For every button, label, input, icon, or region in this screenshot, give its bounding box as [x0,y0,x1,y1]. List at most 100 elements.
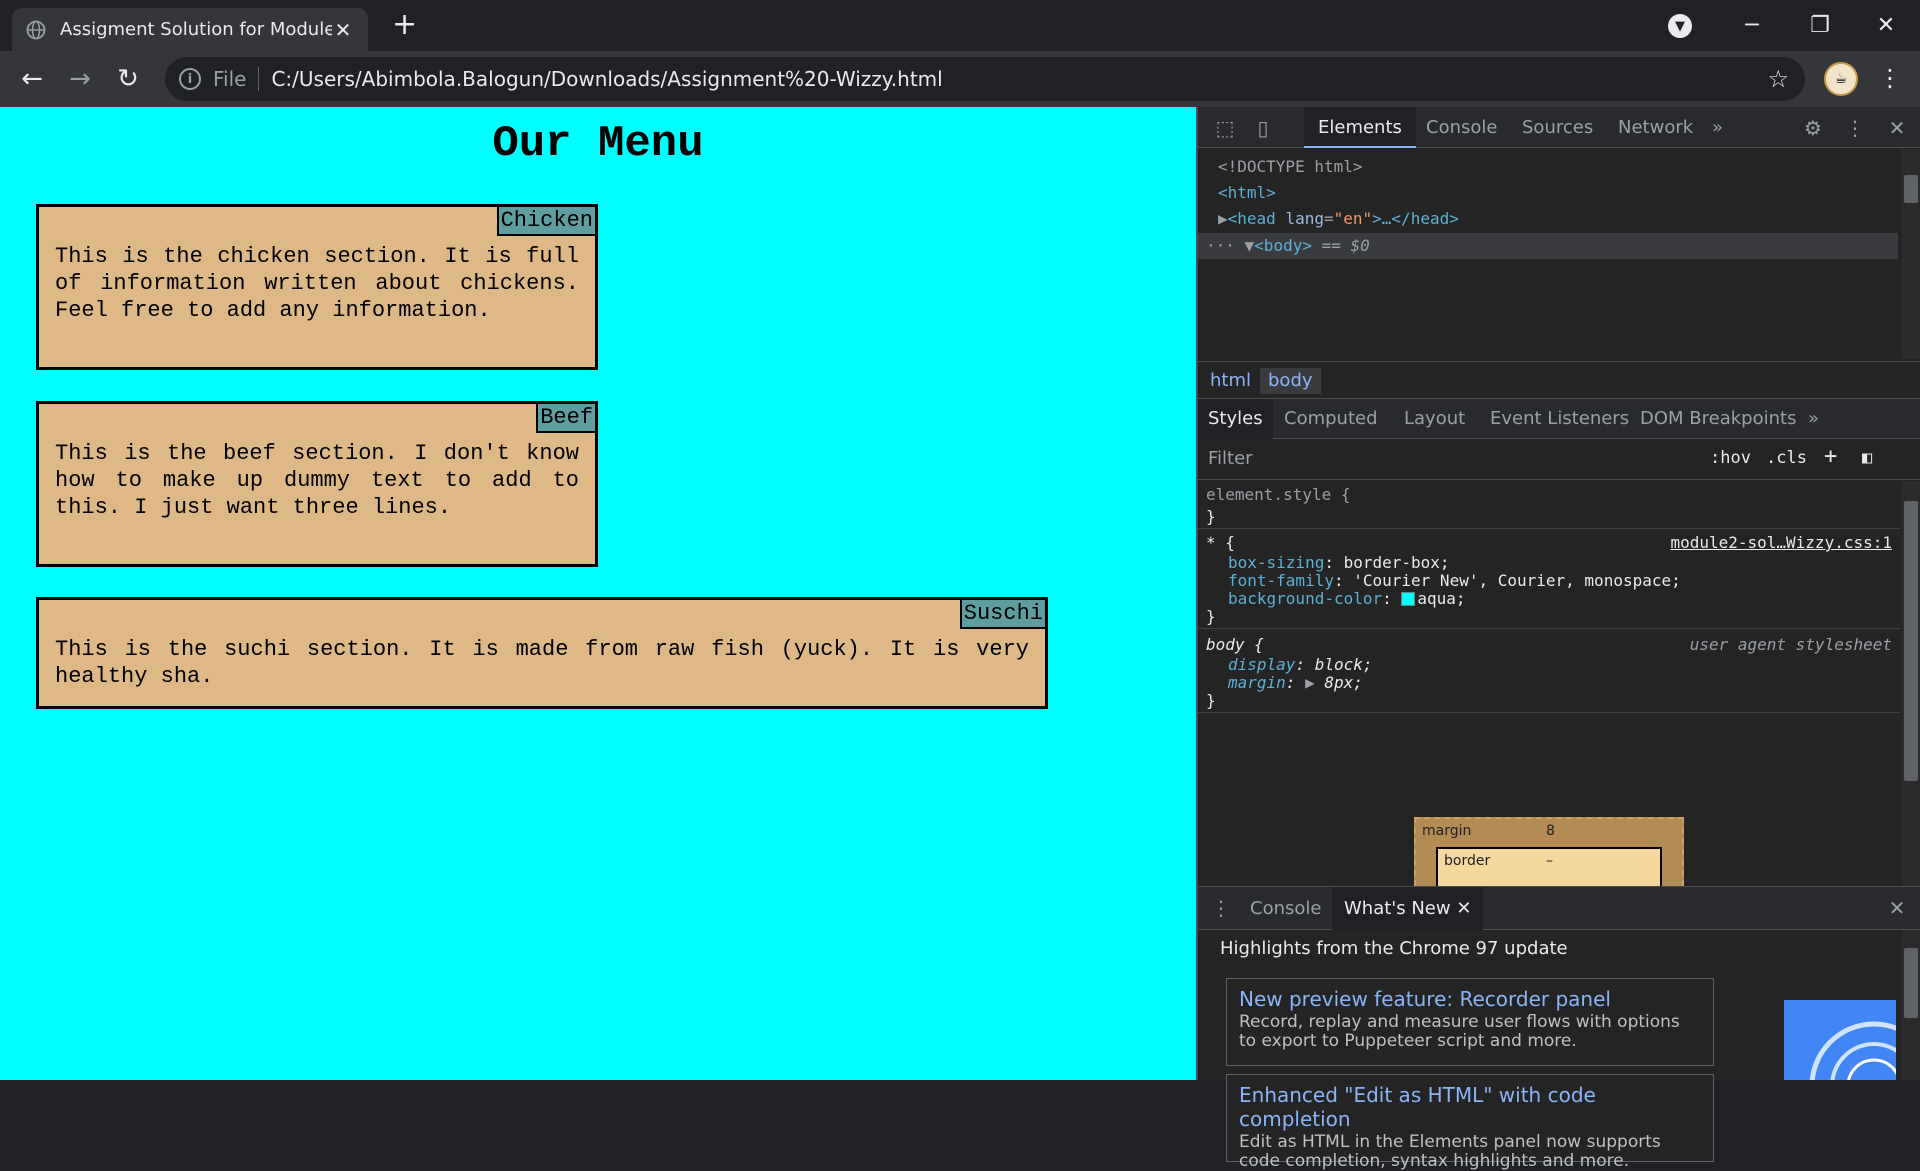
window-close-icon[interactable]: ✕ [1852,0,1920,51]
tab-close-icon[interactable]: ✕ [332,18,354,42]
browser-menu-icon[interactable]: ⋮ [1878,63,1902,93]
feature-title[interactable]: New preview feature: Recorder panel [1239,987,1701,1011]
more-tabs-button[interactable]: » [1698,107,1737,148]
drawer-close-icon[interactable]: ✕ [1884,895,1910,921]
style-declaration[interactable]: display: block; [1228,655,1373,674]
box-model-border-value[interactable]: – [1546,853,1553,869]
minimize-icon[interactable]: ─ [1718,0,1786,51]
url-text[interactable]: C:/Users/Abimbola.Balogun/Downloads/Assi… [271,67,942,91]
browser-tab[interactable]: Assigment Solution for Module 2 ✕ [12,8,368,51]
styles-filter-input[interactable]: Filter [1208,448,1253,469]
rule-selector[interactable]: * { [1206,533,1235,552]
dom-body-node[interactable]: ··· ▼<body> == $0 [1198,233,1898,259]
rule-body-ua: body { user agent stylesheet display: bl… [1198,629,1900,713]
breadcrumb: html body [1198,361,1920,399]
page-viewport: Our Menu Chicken This is the chicken sec… [0,107,1196,1080]
section-text: This is the chicken section. It is full … [55,244,579,323]
rule-source-ua: user agent stylesheet [1689,635,1892,654]
globe-icon [26,20,46,40]
tab-styles[interactable]: Styles [1198,399,1273,439]
section-text: This is the suchi section. It is made fr… [55,637,1029,689]
box-model-diagram: margin 8 border – [1414,817,1684,886]
feature-desc: Record, replay and measure user flows wi… [1239,1012,1680,1051]
tab-layout[interactable]: Layout [1394,399,1475,439]
browser-toolbar: ← → ↻ i File C:/Users/Abimbola.Balogun/D… [0,51,1920,107]
tab-dom-breakpoints[interactable]: DOM Breakpoints [1630,399,1806,439]
forward-arrow-icon[interactable]: → [64,63,96,95]
menu-section-beef: Beef This is the beef section. I don't k… [36,401,598,567]
profile-avatar[interactable]: ☕ [1824,62,1858,96]
address-bar[interactable]: i File C:/Users/Abimbola.Balogun/Downloa… [165,57,1805,101]
style-declaration[interactable]: margin: ▶ 8px; [1228,673,1363,692]
dom-head-node[interactable]: ▶<head lang="en">…</head> [1218,209,1459,228]
rule-selector[interactable]: element.style { [1206,485,1351,504]
devtools-tabbar: ⬚ ▯ Elements Console Sources Network » ⚙… [1198,107,1920,148]
hov-toggle[interactable]: :hov [1710,448,1751,468]
section-badge: Beef [536,404,595,433]
back-arrow-icon[interactable]: ← [16,63,48,95]
styles-scroll-thumb[interactable] [1904,501,1918,781]
dom-html-node[interactable]: <html> [1218,183,1276,202]
whats-new-scrollbar[interactable] [1902,930,1920,1080]
settings-gear-icon[interactable]: ⚙ [1800,115,1826,141]
toggle-sidebar-icon[interactable]: ◧ [1862,448,1872,468]
whats-new-heading: Highlights from the Chrome 97 update [1220,938,1568,959]
tab-sources[interactable]: Sources [1508,107,1607,148]
drawer-menu-icon[interactable]: ⋮ [1208,895,1234,921]
rule-source-link[interactable]: module2-sol…Wizzy.css:1 [1670,533,1892,552]
tab-network[interactable]: Network [1604,107,1707,148]
rule-close: } [1206,607,1216,626]
dom-scroll-thumb[interactable] [1904,175,1918,203]
section-badge: Suschi [959,600,1045,629]
dom-doctype[interactable]: <!DOCTYPE html> [1218,157,1363,176]
more-subtabs-button[interactable]: » [1798,399,1829,439]
devtools-close-icon[interactable]: ✕ [1884,115,1910,141]
color-swatch[interactable] [1401,592,1416,606]
breadcrumb-body[interactable]: body [1260,368,1321,394]
tab-computed[interactable]: Computed [1274,399,1388,439]
info-icon[interactable]: i [179,68,201,90]
restore-icon[interactable]: ❐ [1786,0,1854,51]
reload-icon[interactable]: ↻ [112,63,144,95]
rule-selector[interactable]: body { [1206,635,1264,654]
tab-console[interactable]: Console [1412,107,1511,148]
tab-search-icon[interactable]: ▼ [1668,14,1692,38]
feature-card[interactable]: Enhanced "Edit as HTML" with code comple… [1226,1074,1714,1171]
feature-card[interactable]: New preview feature: Recorder panel Reco… [1226,978,1714,1066]
style-declaration[interactable]: background-color: aqua; [1228,589,1466,608]
menu-section-sushi: Suschi This is the suchi section. It is … [36,597,1048,709]
whats-new-thumbnail [1784,1000,1896,1080]
new-tab-button[interactable]: + [392,10,417,40]
dom-tree: <!DOCTYPE html> <html> ▶<head lang="en">… [1198,149,1920,359]
tab-elements[interactable]: Elements [1304,107,1416,148]
devtools-menu-icon[interactable]: ⋮ [1842,115,1868,141]
section-badge: Chicken [496,207,595,236]
whats-new-scroll-thumb[interactable] [1904,948,1918,1018]
cls-toggle[interactable]: .cls [1766,448,1807,468]
rule-element-style: element.style { } [1198,481,1900,529]
bookmark-star-icon[interactable]: ☆ [1767,65,1789,93]
drawer-tab-console[interactable]: Console [1238,887,1333,930]
page-title: Our Menu [492,119,704,169]
tab-event-listeners[interactable]: Event Listeners [1480,399,1639,439]
device-toolbar-icon[interactable]: ▯ [1250,115,1276,141]
close-tab-icon[interactable]: ✕ [1456,898,1471,919]
section-text: This is the beef section. I don't know h… [55,441,579,520]
box-model-margin-value[interactable]: 8 [1546,823,1555,839]
rule-close: } [1206,691,1216,710]
dom-scrollbar[interactable] [1902,149,1920,359]
feature-desc: Edit as HTML in the Elements panel now s… [1239,1132,1661,1171]
omnibox-divider [258,67,260,91]
rule-universal: * { module2-sol…Wizzy.css:1 box-sizing: … [1198,529,1900,629]
styles-scrollbar[interactable] [1902,481,1920,886]
box-model-border-label: border [1444,853,1491,869]
drawer-tab-whats-new[interactable]: What's New ✕ [1332,887,1484,930]
tab-title: Assigment Solution for Module 2 [60,19,332,40]
breadcrumb-html[interactable]: html [1202,368,1259,394]
inspect-element-icon[interactable]: ⬚ [1212,115,1238,141]
whats-new-panel: Highlights from the Chrome 97 update New… [1198,930,1920,1171]
style-declaration[interactable]: box-sizing: border-box; [1228,553,1450,572]
style-declaration[interactable]: font-family: 'Courier New', Courier, mon… [1228,571,1681,590]
feature-title[interactable]: Enhanced "Edit as HTML" with code comple… [1239,1083,1701,1131]
new-rule-icon[interactable]: + [1824,444,1837,469]
